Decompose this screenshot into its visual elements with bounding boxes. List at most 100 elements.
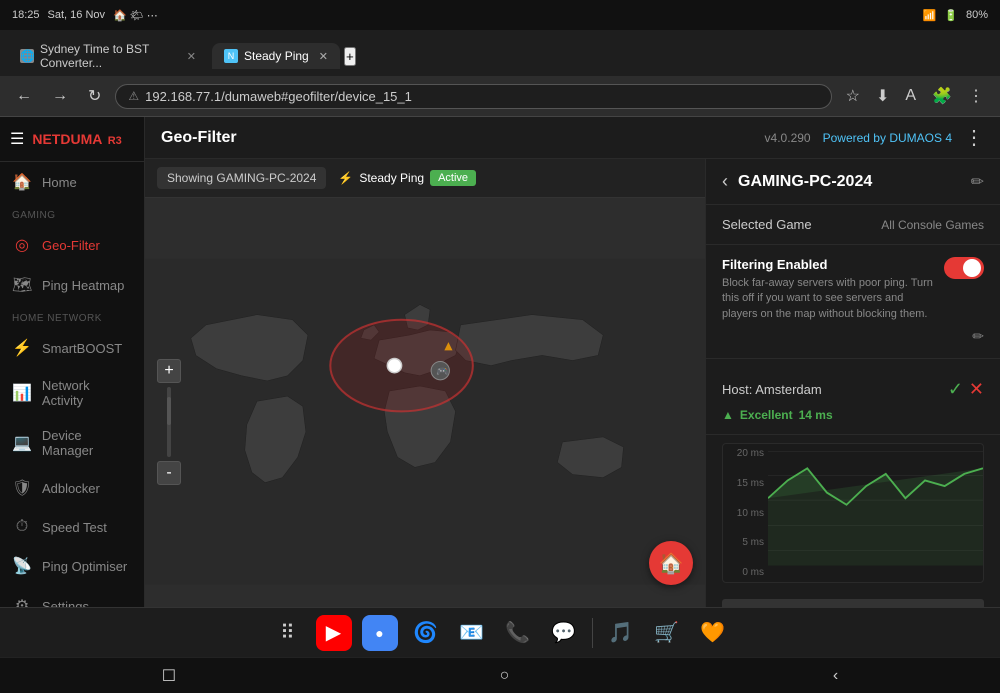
sidebar-item-adblocker[interactable]: 🛡 Adblocker <box>0 468 144 508</box>
sidebar: ☰ NETDUMA R3 🏠 Home Gaming ◎ Geo-Filter … <box>0 117 145 607</box>
map-area[interactable]: 🎮 + - 🏠 <box>145 198 705 607</box>
browser-tab-2[interactable]: N Steady Ping ✕ <box>212 43 340 69</box>
sidebar-item-ping-heatmap[interactable]: 🗺 Ping Heatmap <box>0 265 144 305</box>
active-status-badge: Active <box>430 170 476 186</box>
url-display: 192.168.77.1/dumaweb#geofilter/device_15… <box>145 89 412 104</box>
sidebar-item-ping-heatmap-label: Ping Heatmap <box>42 278 124 293</box>
sidebar-item-geo-filter[interactable]: ◎ Geo-Filter <box>0 225 144 265</box>
selected-game-section: Selected Game All Console Games <box>706 205 1000 245</box>
toggle-slider <box>944 257 984 279</box>
dock-app-icon[interactable]: 🧡 <box>695 615 731 651</box>
sidebar-item-settings-label: Settings <box>42 599 89 608</box>
tab-close-1[interactable]: ✕ <box>187 50 196 63</box>
extensions-button[interactable]: 🧩 <box>926 82 958 110</box>
edit-device-button[interactable]: ✏ <box>971 172 984 192</box>
chart-svg <box>768 444 983 566</box>
app-header: Geo-Filter v4.0.290 Powered by DUMAOS 4 … <box>145 117 1000 159</box>
chart-y-labels: 20 ms 15 ms 10 ms 5 ms 0 ms <box>723 444 768 582</box>
selected-game-value[interactable]: All Console Games <box>881 218 984 232</box>
forward-button[interactable]: → <box>46 83 74 109</box>
app-more-button[interactable]: ⋮ <box>964 125 984 150</box>
toolbar-actions: ☆ ⬇ A 🧩 ⋮ <box>840 82 990 110</box>
android-home-button[interactable]: ○ <box>480 663 530 689</box>
dock-outlook-icon[interactable]: 📧 <box>454 615 490 651</box>
dock-whatsapp-icon[interactable]: 💬 <box>546 615 582 651</box>
dock-apps-icon[interactable]: ⠿ <box>270 615 306 651</box>
logo-net: NET <box>32 131 60 147</box>
reload-button[interactable]: ↻ <box>82 82 107 110</box>
browser-tab-1[interactable]: 🌐 Sydney Time to BST Converter... ✕ <box>8 36 208 76</box>
settings-icon: ⚙ <box>12 596 32 607</box>
android-dock: ⠿ ▶ ● 🌀 📧 📞 💬 🎵 🛒 🧡 <box>0 607 1000 657</box>
app-header-left: Geo-Filter <box>161 129 237 147</box>
android-recent-apps-button[interactable]: ☐ <box>142 662 196 690</box>
zoom-out-button[interactable]: - <box>157 461 181 485</box>
host-section: Host: Amsterdam ✓ ✕ ▲ Excellent 14 ms <box>706 359 1000 435</box>
chart-y-0: 0 ms <box>723 567 764 578</box>
sidebar-item-ping-optimiser[interactable]: 📡 Ping Optimiser <box>0 546 144 586</box>
zoom-slider-thumb <box>167 397 171 425</box>
filtering-row: Filtering Enabled Block far-away servers… <box>722 257 984 322</box>
version-label: v4.0.290 <box>765 131 811 145</box>
download-button[interactable]: ⬇ <box>870 82 895 110</box>
map-container: Showing GAMING-PC-2024 ⚡ Steady Ping Act… <box>145 159 705 607</box>
address-bar[interactable]: ⚠ 192.168.77.1/dumaweb#geofilter/device_… <box>115 84 831 109</box>
dock-app3-icon[interactable]: 🌀 <box>408 615 444 651</box>
reject-host-button[interactable]: ✕ <box>969 379 984 400</box>
ping-quality-indicator: ▲ <box>722 408 734 422</box>
menu-button[interactable]: ⋮ <box>962 82 990 110</box>
not-stabilised-status: Not Stabilised <box>722 599 984 607</box>
accept-host-button[interactable]: ✓ <box>948 379 963 400</box>
panel-back-button[interactable]: ‹ <box>722 171 728 192</box>
chart-y-5: 5 ms <box>723 537 764 548</box>
sidebar-item-home[interactable]: 🏠 Home <box>0 162 144 202</box>
sidebar-item-network-activity[interactable]: 📊 Network Activity <box>0 368 144 418</box>
new-tab-button[interactable]: + <box>344 47 356 66</box>
tab-close-2[interactable]: ✕ <box>319 50 328 63</box>
map-home-button[interactable]: 🏠 <box>649 541 693 585</box>
steady-ping-badge: ⚡ Steady Ping Active <box>338 170 476 186</box>
dock-music-icon[interactable]: 🎵 <box>603 615 639 651</box>
dock-viber-icon[interactable]: 📞 <box>500 615 536 651</box>
tab-favicon-2: N <box>224 49 238 63</box>
sidebar-item-smartboost[interactable]: ⚡ SmartBOOST <box>0 328 144 368</box>
dock-youtube-icon[interactable]: ▶ <box>316 615 352 651</box>
world-map-svg: 🎮 <box>145 198 705 607</box>
hamburger-menu-icon[interactable]: ☰ <box>10 129 24 149</box>
tab-label-1: Sydney Time to BST Converter... <box>40 42 177 70</box>
sidebar-item-device-manager[interactable]: 💻 Device Manager <box>0 418 144 468</box>
translate-button[interactable]: A <box>899 82 922 110</box>
android-back-button[interactable]: ‹ <box>813 663 858 689</box>
svg-text:🎮: 🎮 <box>436 367 449 378</box>
date-display: Sat, 16 Nov <box>48 9 105 21</box>
sidebar-item-speed-test-label: Speed Test <box>42 520 107 535</box>
bookmark-button[interactable]: ☆ <box>840 82 866 110</box>
zoom-in-button[interactable]: + <box>157 359 181 383</box>
selected-game-row: Selected Game All Console Games <box>722 217 984 232</box>
sidebar-navigation: 🏠 Home Gaming ◎ Geo-Filter 🗺 Ping Heatma… <box>0 162 144 607</box>
host-label: Host: Amsterdam <box>722 382 822 397</box>
back-button[interactable]: ← <box>10 83 38 109</box>
home-network-section-label: Home Network <box>0 305 144 328</box>
chart-y-10: 10 ms <box>723 508 764 519</box>
sidebar-item-settings[interactable]: ⚙ Settings <box>0 586 144 607</box>
app-logo: NETDUMA R3 <box>32 131 121 147</box>
sidebar-item-speed-test[interactable]: ⏱ Speed Test <box>0 508 144 546</box>
host-action-buttons: ✓ ✕ <box>948 379 984 400</box>
os-name: DUMAOS 4 <box>889 131 952 145</box>
powered-by-label: Powered by DUMAOS 4 <box>823 131 952 145</box>
dock-chrome-icon[interactable]: ● <box>362 615 398 651</box>
status-bar-left: 18:25 Sat, 16 Nov 🏠 🌤 ⋯ <box>12 9 158 22</box>
ping-chart-area: 20 ms 15 ms 10 ms 5 ms 0 ms <box>722 443 984 583</box>
logo-r3: R3 <box>108 135 122 147</box>
browser-tabs-bar: 🌐 Sydney Time to BST Converter... ✕ N St… <box>0 30 1000 76</box>
tab-favicon-1: 🌐 <box>20 49 34 63</box>
tab-label-2: Steady Ping <box>244 49 309 63</box>
status-bar-right: 📶 🔋 80% <box>923 9 988 22</box>
sidebar-item-adblocker-label: Adblocker <box>42 481 100 496</box>
edit-filtering-icon[interactable]: ✏ <box>972 328 984 344</box>
dock-shop-icon[interactable]: 🛒 <box>649 615 685 651</box>
filtering-toggle[interactable] <box>944 257 984 279</box>
security-icon: ⚠ <box>128 89 139 103</box>
chart-y-15: 15 ms <box>723 478 764 489</box>
